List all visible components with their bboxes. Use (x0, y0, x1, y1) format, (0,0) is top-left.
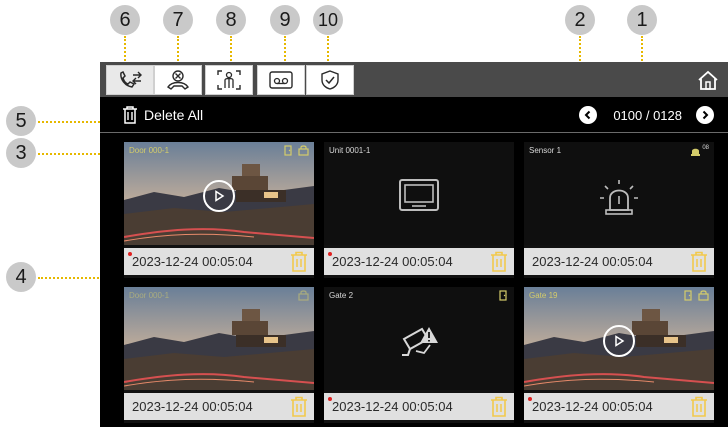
record-title: Sensor 1 (529, 146, 562, 155)
record-footer: 2023-12-24 00:05:04 (324, 248, 514, 275)
snapshot-image (124, 287, 314, 390)
pager: 0100 / 0128 (579, 106, 714, 124)
record-timestamp: 2023-12-24 00:05:04 (532, 254, 653, 269)
record-title: Gate 19 (529, 291, 558, 300)
record-thumbnail[interactable]: Sensor 1 08 (524, 142, 714, 245)
callout-6: 6 (110, 5, 140, 35)
callout-7: 7 (163, 5, 193, 35)
door-icon (684, 290, 692, 301)
trash-icon (123, 106, 137, 124)
record-title: Unit 0001-1 (329, 146, 371, 155)
delete-all-label: Delete All (144, 107, 204, 123)
record-card[interactable]: Sensor 1 08 2023-12-24 00:05:04 (524, 142, 714, 278)
delete-record-icon[interactable] (690, 251, 708, 272)
alarm-badge-icon (691, 148, 701, 156)
callout-2: 2 (565, 5, 595, 35)
callout-9: 9 (270, 5, 300, 35)
record-thumbnail[interactable]: Door 000-1 (124, 287, 314, 390)
callout-1: 1 (627, 5, 657, 35)
top-toolbar (100, 62, 728, 97)
record-footer: 2023-12-24 00:05:04 (524, 248, 714, 275)
record-timestamp: 2023-12-24 00:05:04 (332, 399, 453, 414)
door-icon (284, 145, 292, 156)
record-footer: 2023-12-24 00:05:04 (124, 393, 314, 420)
lock-icon (298, 145, 309, 156)
leader-line (230, 36, 232, 64)
record-title: Door 000-1 (129, 146, 170, 155)
missed-call-icon (167, 70, 189, 90)
record-timestamp: 2023-12-24 00:05:04 (532, 399, 653, 414)
callout-3: 3 (6, 138, 36, 168)
shield-check-icon (321, 70, 339, 90)
lock-icon (298, 290, 309, 301)
record-thumbnail[interactable]: Gate 2 (324, 287, 514, 390)
callout-10: 10 (313, 5, 343, 35)
record-title: Door 000-1 (129, 291, 170, 300)
record-timestamp: 2023-12-24 00:05:04 (332, 254, 453, 269)
previous-page-button[interactable] (579, 106, 598, 124)
lock-icon (698, 290, 709, 301)
play-icon (615, 335, 625, 347)
voicemail-icon (269, 71, 293, 89)
record-card[interactable]: Unit 0001-1 2023-12-24 00:05:04 (324, 142, 514, 278)
delete-record-icon[interactable] (490, 396, 508, 417)
record-title: Gate 2 (329, 291, 354, 300)
tab-snapshots[interactable] (205, 65, 253, 95)
record-footer: 2023-12-24 00:05:04 (324, 393, 514, 420)
call-transfer-icon (120, 70, 142, 88)
record-timestamp: 2023-12-24 00:05:04 (132, 254, 253, 269)
person-snapshot-icon (217, 70, 241, 90)
delete-record-icon[interactable] (290, 251, 308, 272)
leader-line (124, 36, 126, 64)
leader-line (284, 36, 286, 64)
record-card[interactable]: Gate 19 2023-12-24 00:05:04 (524, 287, 714, 423)
record-footer: 2023-12-24 00:05:04 (524, 393, 714, 420)
device-screen: Delete All 0100 / 0128 Door 000-1 2023-1… (100, 62, 728, 427)
home-icon[interactable] (696, 68, 720, 92)
chevron-left-icon (584, 110, 591, 120)
record-thumbnail[interactable]: Door 000-1 (124, 142, 314, 245)
alarm-count-badge: 08 (702, 145, 709, 151)
play-video-button[interactable] (603, 325, 635, 357)
record-toolbar: Delete All 0100 / 0128 (100, 97, 728, 133)
record-card[interactable]: Door 000-1 2023-12-24 00:05:04 (124, 287, 314, 423)
delete-all-button[interactable]: Delete All (122, 106, 203, 124)
tab-missed-calls[interactable] (154, 65, 202, 95)
play-video-button[interactable] (203, 180, 235, 212)
tab-voicemail[interactable] (257, 65, 305, 95)
indoor-monitor-icon (399, 179, 439, 211)
callout-4: 4 (6, 262, 36, 292)
camera-alert-icon (402, 327, 438, 356)
record-timestamp: 2023-12-24 00:05:04 (132, 399, 253, 414)
tab-security[interactable] (306, 65, 354, 95)
delete-record-icon[interactable] (490, 251, 508, 272)
record-thumbnail[interactable]: Unit 0001-1 (324, 142, 514, 245)
chevron-right-icon (702, 110, 709, 120)
record-footer: 2023-12-24 00:05:04 (124, 248, 314, 275)
callout-5: 5 (6, 106, 36, 136)
next-page-button[interactable] (696, 106, 714, 124)
alarm-light-icon (600, 180, 638, 215)
callout-8: 8 (216, 5, 246, 35)
leader-line (177, 36, 179, 64)
leader-line (327, 36, 329, 64)
play-icon (215, 190, 225, 202)
delete-record-icon[interactable] (690, 396, 708, 417)
page-count: 0100 / 0128 (613, 107, 682, 123)
tab-call-transfer[interactable] (106, 65, 154, 95)
record-thumbnail[interactable]: Gate 19 (524, 287, 714, 390)
delete-record-icon[interactable] (290, 396, 308, 417)
record-card[interactable]: Door 000-1 2023-12-24 00:05:04 (124, 142, 314, 278)
record-card[interactable]: Gate 2 2023-12-24 00:05:04 (324, 287, 514, 423)
door-icon (499, 290, 507, 301)
